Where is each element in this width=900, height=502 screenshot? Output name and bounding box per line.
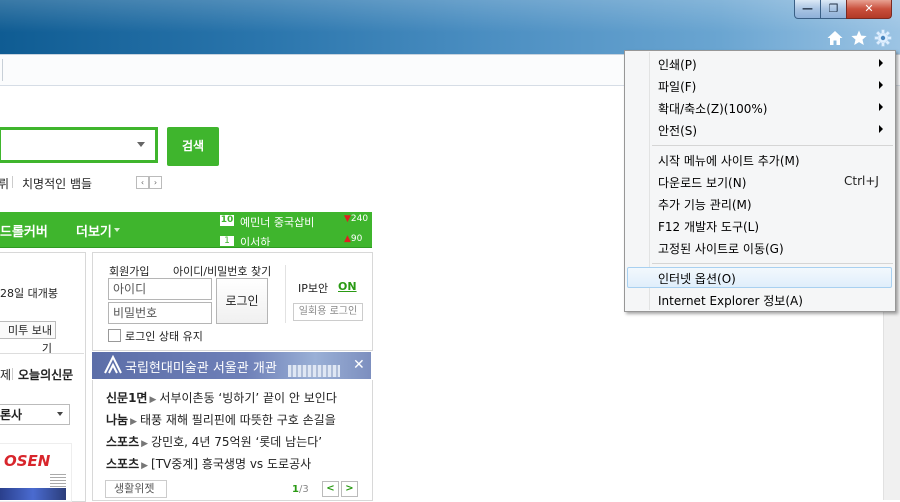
thumbnail-image: [0, 488, 66, 500]
submenu-arrow-icon: [879, 103, 883, 111]
nav-item[interactable]: 드롤커버: [0, 221, 48, 240]
caret-down-icon: [114, 228, 120, 232]
press-select-value: 론사: [0, 408, 23, 422]
news-item[interactable]: 스포츠 ▶ 강민호, 4년 75억원 ‘롯데 남는다’: [106, 433, 322, 450]
rank-number: 10: [220, 215, 234, 226]
gear-icon[interactable]: [874, 29, 892, 47]
widget-button[interactable]: 생활위젯: [105, 480, 167, 498]
osen-logo: OSEN: [4, 452, 51, 470]
menu-item-pinned-sites[interactable]: 고정된 사이트로 이동(G): [658, 240, 784, 257]
menu-item-dev-tools[interactable]: F12 개발자 도구(L): [658, 218, 759, 235]
news-item[interactable]: 신문1면 ▶ 서부이촌동 ‘빙하기’ 끝이 안 보인다: [106, 389, 337, 406]
banner-text[interactable]: 국립현대미술관 서울관 개관: [125, 357, 277, 376]
news-item[interactable]: 스포츠 ▶ [TV중계] 흥국생명 vs 도로공사: [106, 455, 311, 472]
divider: [285, 265, 286, 323]
divider: [12, 176, 13, 188]
join-link[interactable]: 회원가입: [109, 263, 149, 279]
search-input[interactable]: [0, 127, 158, 163]
ip-security-label: IP보안: [298, 282, 329, 295]
minimize-button[interactable]: —: [794, 0, 821, 19]
submenu-arrow-icon: [879, 59, 883, 67]
banner-image: [288, 365, 340, 377]
tab-today-paper[interactable]: 오늘의신문: [18, 366, 73, 383]
menu-item-zoom[interactable]: 확대/축소(Z)(100%): [658, 100, 767, 117]
menu-item-about-ie[interactable]: Internet Explorer 정보(A): [658, 292, 803, 309]
chevron-down-icon: [57, 412, 63, 416]
star-icon[interactable]: [850, 29, 868, 47]
news-item[interactable]: 나눔 ▶ 태풍 재해 필리핀에 따뜻한 구호 손길을: [106, 411, 336, 428]
keep-login-checkbox[interactable]: [108, 329, 121, 342]
search-button[interactable]: 검색: [167, 127, 219, 166]
login-button[interactable]: 로그인: [216, 278, 268, 324]
home-icon[interactable]: [826, 29, 844, 47]
divider: [12, 368, 13, 380]
thumbnail-text: [50, 474, 66, 488]
send-button[interactable]: 미투 보내기: [0, 321, 56, 355]
menu-item-internet-options[interactable]: 인터넷 옵션(O): [658, 270, 736, 287]
promo-date[interactable]: 28일 대개봉: [0, 285, 58, 301]
tab-item[interactable]: 제: [0, 366, 11, 383]
keep-login-label[interactable]: 로그인 상태 유지: [125, 328, 203, 344]
rank-number: 1: [220, 236, 234, 246]
rank-change: ▲90: [344, 234, 363, 244]
chevron-down-icon[interactable]: [137, 142, 145, 147]
prev-page-button[interactable]: <: [322, 481, 339, 497]
maximize-button[interactable]: ❐: [820, 0, 847, 19]
menu-item-print[interactable]: 인쇄(P): [658, 56, 697, 73]
rank-keyword[interactable]: 이서하: [240, 234, 270, 246]
close-button[interactable]: ✕: [846, 0, 892, 19]
id-field[interactable]: 아이디: [108, 278, 212, 300]
title-bar: [0, 0, 900, 54]
menu-separator: [652, 263, 893, 264]
realtime-rank[interactable]: 10 예민너 중국삽비 ▼240 1 이서하 ▲90: [220, 213, 370, 246]
close-icon[interactable]: ✕: [353, 357, 365, 373]
rank-change: ▼240: [344, 214, 369, 224]
submenu-arrow-icon: [879, 81, 883, 89]
up-arrow-icon: ▲: [344, 234, 351, 244]
menu-item-safety[interactable]: 안전(S): [658, 122, 697, 139]
keyword-prev-button[interactable]: ‹: [136, 176, 149, 189]
menu-separator: [652, 145, 893, 146]
shortcut-label: Ctrl+J: [844, 174, 879, 188]
page-indicator: 1/3: [292, 484, 309, 495]
keyword-item[interactable]: 뤼: [0, 175, 9, 192]
keyword-next-button[interactable]: ›: [149, 176, 162, 189]
next-page-button[interactable]: >: [341, 481, 358, 497]
divider: [0, 353, 84, 354]
nav-more-button[interactable]: 더보기: [76, 221, 112, 240]
keyword-item[interactable]: 치명적인 뱀들: [22, 175, 92, 192]
museum-logo-icon: [104, 355, 122, 374]
rank-keyword[interactable]: 예민너 중국삽비: [240, 214, 314, 230]
find-account-link[interactable]: 아이디/비밀번호 찾기: [173, 263, 271, 279]
submenu-arrow-icon: [879, 125, 883, 133]
menu-item-manage-addons[interactable]: 추가 기능 관리(M): [658, 196, 752, 213]
ip-security-toggle[interactable]: ON: [338, 280, 357, 293]
one-time-login-button[interactable]: 일회용 로그인: [293, 303, 363, 321]
up-arrow-icon: ▼: [344, 214, 351, 224]
menu-item-add-to-start[interactable]: 시작 메뉴에 사이트 추가(M): [658, 152, 800, 169]
menu-item-file[interactable]: 파일(F): [658, 78, 696, 95]
password-field[interactable]: 비밀번호: [108, 302, 212, 324]
menu-item-view-downloads[interactable]: 다운로드 보기(N): [658, 174, 746, 191]
